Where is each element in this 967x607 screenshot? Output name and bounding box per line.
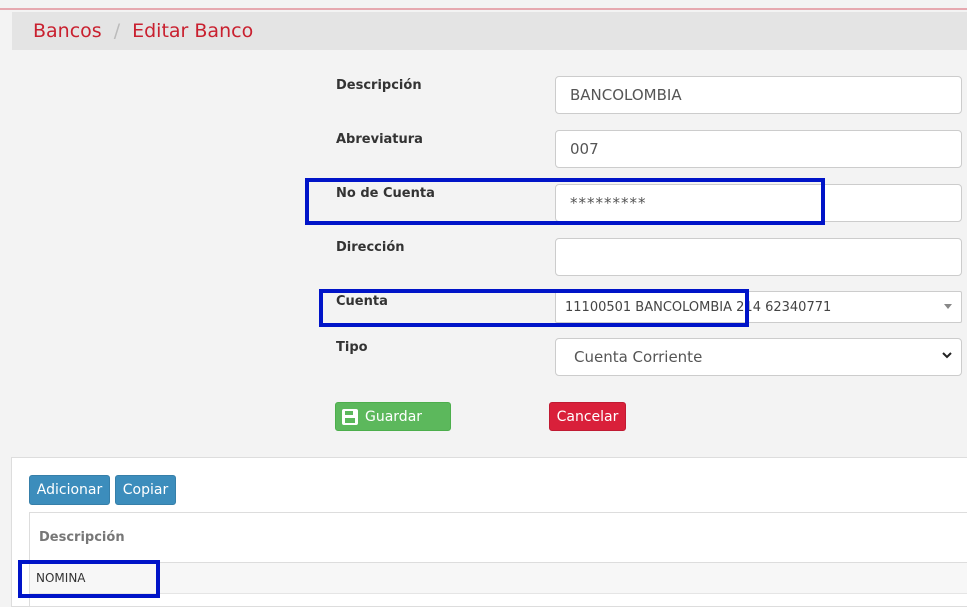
breadcrumb: Bancos / Editar Banco xyxy=(12,12,967,50)
copy-button[interactable]: Copiar xyxy=(115,475,176,505)
descripcion-label: Descripción xyxy=(336,78,422,93)
cuenta-select[interactable]: 11100501 BANCOLOMBIA 214 62340771 xyxy=(555,291,962,323)
abreviatura-input[interactable]: 007 xyxy=(555,130,962,168)
table-row[interactable]: NOMINA xyxy=(30,563,967,594)
tipo-label: Tipo xyxy=(336,340,368,355)
table-cell-descripcion: NOMINA xyxy=(36,571,86,585)
breadcrumb-separator: / xyxy=(113,20,121,42)
no-cuenta-input[interactable]: ********* xyxy=(555,184,962,222)
breadcrumb-parent-link[interactable]: Bancos xyxy=(33,20,102,42)
abreviatura-label: Abreviatura xyxy=(336,132,423,147)
column-header-descripcion[interactable]: Descripción xyxy=(30,513,967,563)
breadcrumb-current: Editar Banco xyxy=(132,20,254,42)
cuenta-label: Cuenta xyxy=(336,294,388,309)
cancel-button[interactable]: Cancelar xyxy=(549,402,626,431)
direccion-input[interactable] xyxy=(555,238,962,276)
tipo-select-value: Cuenta Corriente xyxy=(574,348,703,366)
top-bar xyxy=(0,0,967,10)
floppy-disk-icon xyxy=(342,408,358,425)
no-cuenta-label: No de Cuenta xyxy=(336,186,435,201)
save-button[interactable]: Guardar xyxy=(335,402,451,431)
add-button[interactable]: Adicionar xyxy=(29,475,110,505)
save-button-label: Guardar xyxy=(365,408,423,425)
tipo-select[interactable]: Cuenta Corriente xyxy=(555,338,962,376)
select-arrow-icon xyxy=(944,304,952,309)
list-table: Descripción NOMINA xyxy=(29,512,967,607)
direccion-label: Dirección xyxy=(336,240,405,255)
chevron-down-icon xyxy=(941,349,953,365)
cuenta-select-value: 11100501 BANCOLOMBIA 214 62340771 xyxy=(565,299,832,315)
descripcion-input[interactable]: BANCOLOMBIA xyxy=(555,76,962,114)
